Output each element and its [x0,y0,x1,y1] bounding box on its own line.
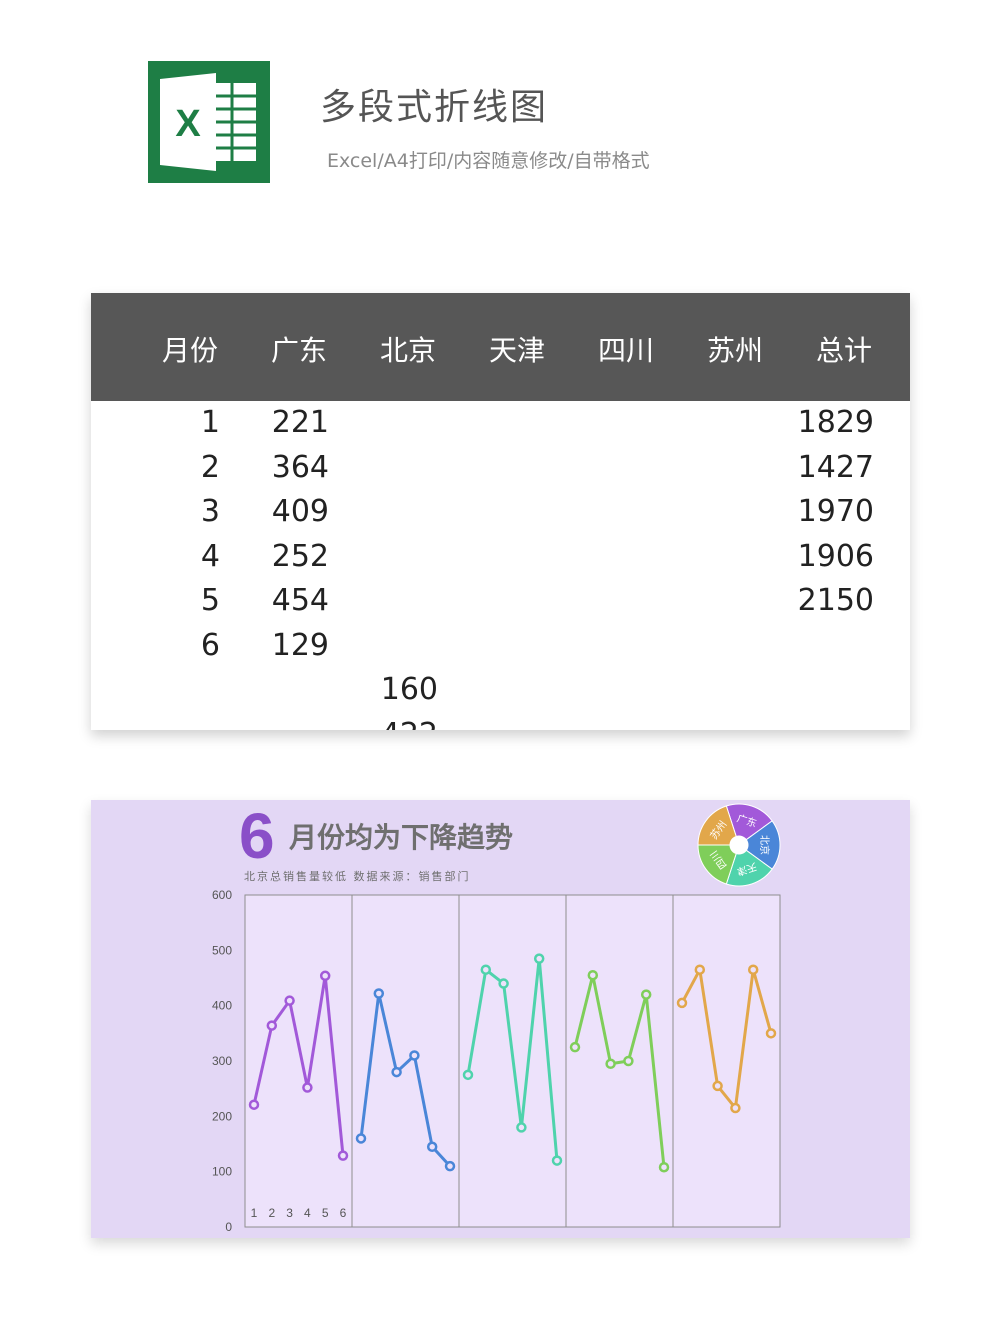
data-point [462,1069,474,1081]
table-cell-beijing: 422 [381,717,438,731]
table-cell-month: 1 [200,405,220,440]
table-cell-total: 1829 [797,405,874,440]
data-point [640,989,652,1000]
data-point [302,1082,313,1093]
col-header-suzhou: 苏州 [706,334,763,367]
table-cell-month: 2 [200,449,220,485]
x-tick-label: 2 [268,1206,275,1220]
data-point [266,1020,278,1031]
line-chart: 6 月份均为下降趋势北京总销售量较低 数据来源：销售部门 0 100 200 300 400… [212,800,781,1234]
data-point [248,1099,260,1110]
data-point [444,1160,456,1172]
chart-note: 北京总销售量较低 数据来源：销售部门 [244,869,471,883]
x-tick-label: 6 [340,1206,347,1220]
col-header-tianjin: 天津 [488,334,545,367]
data-point [694,964,706,975]
data-point [658,1161,670,1173]
data-point [284,995,295,1006]
data-point [391,1066,402,1078]
legend-label: 北京 [758,835,771,855]
y-tick-label: 500 [212,943,232,957]
table-cell-total: 2150 [797,583,874,618]
y-tick-label: 200 [212,1109,232,1123]
x-tick-label: 1 [251,1206,258,1220]
data-point [373,988,385,999]
data-point [409,1050,420,1061]
y-tick-label: 400 [212,999,232,1013]
data-point [747,964,759,975]
data-point [551,1155,563,1166]
table-cell-month: 4 [200,538,220,574]
data-point [426,1141,438,1153]
col-header-total: 总计 [815,334,872,367]
table-cell-guangdong: 454 [271,583,329,618]
x-tick-label: 5 [322,1206,329,1220]
table-cell-guangdong: 409 [271,494,329,529]
table-header: 月份 广东 北京 天津 四川 苏州 总计 [91,293,910,401]
table-cell-total: 1427 [797,449,874,485]
data-point [498,978,509,989]
table-cell-month: 5 [200,583,220,618]
y-tick-label: 100 [212,1165,232,1179]
data-point [623,1055,634,1067]
col-header-month: 月份 [161,334,218,367]
data-point [730,1102,741,1114]
data-table: 月份 广东 北京 天津 四川 苏州 总计 1 221 1829 2 364 1427 3 40… [91,293,910,730]
y-tick-label: 0 [225,1220,232,1234]
headline-text: 月份均为下降趋势 [288,821,513,854]
data-point [355,1133,367,1144]
table-cell-month: 3 [200,494,220,529]
data-point [516,1122,527,1133]
excel-logo-icon: X [148,61,270,183]
col-header-guangdong: 广东 [270,334,327,367]
page-title: 多段式折线图 [320,87,549,128]
table-cell-guangdong: 364 [271,449,329,485]
col-header-beijing: 北京 [379,334,436,367]
table-cell-total: 1970 [797,494,874,529]
data-point [676,997,688,1009]
data-point [319,970,331,982]
headline-number: 6 [239,800,275,872]
table-cell-guangdong: 221 [271,405,329,440]
table-cell-guangdong: 252 [271,538,329,574]
table-cell-total: 1906 [797,538,874,574]
data-point [712,1080,723,1092]
data-point [533,953,545,964]
x-tick-label: 3 [286,1206,293,1220]
y-tick-label: 600 [212,888,232,902]
col-header-sichuan: 四川 [597,334,654,367]
page-subtitle: Excel/A4打印/内容随意修改/自带格式 [327,150,650,172]
data-point [569,1041,581,1053]
data-point [480,964,492,975]
y-tick-label: 300 [212,1054,232,1068]
data-point [337,1150,349,1161]
table-cell-month: 6 [200,627,220,663]
data-point [587,969,599,981]
legend-center [730,836,748,854]
data-point [605,1058,616,1070]
table-cell-beijing: 160 [380,672,438,707]
table-cell-guangdong: 129 [271,627,329,663]
logo-letter: X [175,103,201,145]
chart-panel: 6 月份均为下降趋势北京总销售量较低 数据来源：销售部门 0 100 200 300 400… [91,800,910,1238]
x-tick-label: 4 [304,1206,311,1220]
data-point [765,1028,777,1039]
